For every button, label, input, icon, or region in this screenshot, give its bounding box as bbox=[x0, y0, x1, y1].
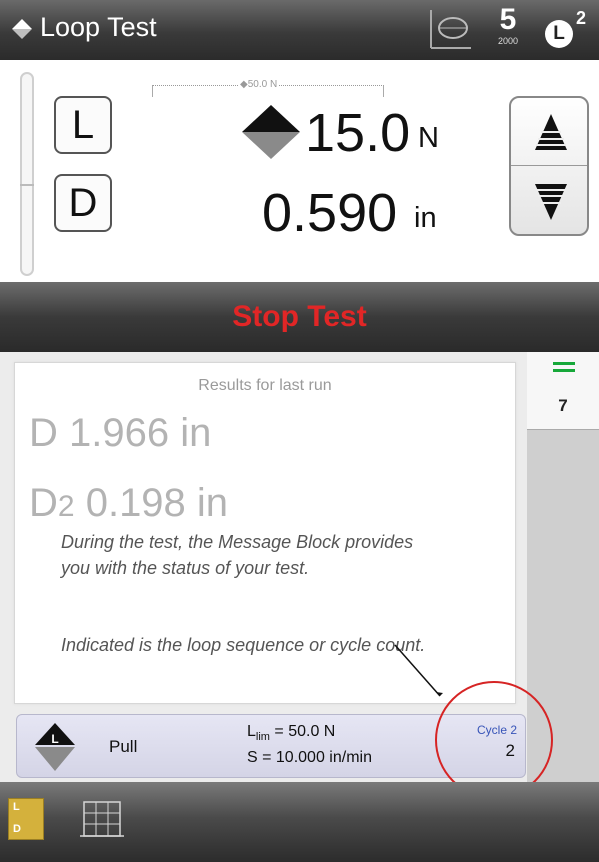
speed-indicator[interactable]: 5 2000 bbox=[490, 3, 526, 47]
annotation-line-1: During the test, the Message Block provi… bbox=[61, 532, 414, 552]
jog-control bbox=[509, 96, 589, 236]
jog-up-icon bbox=[535, 114, 567, 150]
stop-test-button[interactable]: Stop Test bbox=[0, 282, 599, 352]
result-d2-label: D bbox=[29, 481, 58, 525]
result-d2-sub: 2 bbox=[57, 490, 75, 523]
load-limit-value: = 50.0 N bbox=[269, 723, 336, 740]
load-select-button[interactable]: L bbox=[54, 96, 112, 154]
cycle-label: Cycle 2 bbox=[476, 723, 517, 737]
side-panel: 7 bbox=[527, 352, 599, 782]
load-range-value: 50.0 N bbox=[247, 79, 278, 90]
menu-diamond-icon[interactable] bbox=[10, 17, 34, 41]
side-tab[interactable]: 7 bbox=[527, 352, 599, 430]
load-direction-icon bbox=[242, 105, 300, 159]
equals-icon bbox=[553, 362, 575, 372]
position-slider[interactable] bbox=[20, 72, 34, 276]
load-range-label: ◆50.0 N bbox=[238, 79, 280, 90]
jog-down-icon bbox=[535, 184, 567, 220]
displacement-value: 0.590 bbox=[262, 183, 398, 243]
load-limit-prefix: L bbox=[247, 723, 256, 740]
result-d-label: D bbox=[29, 411, 58, 455]
results-title: Results for last run bbox=[198, 377, 332, 394]
result-d-value: 1.966 in bbox=[69, 411, 212, 455]
pull-direction-icon: L bbox=[35, 723, 75, 771]
results-block: Results for last run D 1.966 in D2 0.198… bbox=[14, 362, 516, 704]
stop-test-label: Stop Test bbox=[232, 300, 367, 333]
graph-icon[interactable] bbox=[425, 6, 473, 54]
ld-display-button[interactable]: L D bbox=[8, 798, 44, 840]
message-block: L Pull Llim = 50.0 N S = 10.000 in/min C… bbox=[16, 714, 526, 778]
load-limit-sub: lim bbox=[255, 731, 270, 744]
result-d: D 1.966 in bbox=[29, 411, 211, 456]
cycle-count: 2 bbox=[505, 741, 515, 760]
displacement-select-button[interactable]: D bbox=[54, 174, 112, 232]
message-area: Results for last run D 1.966 in D2 0.198… bbox=[0, 352, 599, 782]
annotation-text: During the test, the Message Block provi… bbox=[61, 529, 521, 581]
slider-tick bbox=[20, 184, 34, 186]
page-title: Loop Test bbox=[40, 12, 157, 42]
load-limit: Llim = 50.0 N bbox=[247, 723, 335, 743]
load-value: 15.0 bbox=[305, 103, 411, 163]
load-unit: N bbox=[418, 122, 439, 154]
title-bar: Loop Test 5 2000 L 2 bbox=[0, 0, 599, 60]
displacement-unit: in bbox=[414, 202, 437, 234]
bottom-toolbar: L D bbox=[0, 782, 599, 862]
result-d2-value: 0.198 in bbox=[85, 481, 229, 525]
readout-panel: L D ◆50.0 N 15.0 N 0.590 in bbox=[0, 60, 599, 282]
annotation-line-2: you with the status of your test. bbox=[61, 558, 310, 578]
annotation-line-3: Indicated is the loop sequence or cycle … bbox=[61, 635, 426, 655]
speed-sub-label: 2000 bbox=[497, 36, 519, 46]
ld-bottom-label: D bbox=[13, 823, 21, 835]
jog-down-button[interactable] bbox=[511, 166, 587, 234]
load-cell-icon[interactable]: L bbox=[545, 20, 573, 48]
test-speed: S = 10.000 in/min bbox=[247, 749, 372, 766]
direction-label: Pull bbox=[109, 737, 138, 756]
ld-top-label: L bbox=[13, 801, 20, 813]
side-count: 7 bbox=[558, 396, 568, 415]
grid-view-icon[interactable] bbox=[78, 798, 126, 842]
result-d2: D2 0.198 in bbox=[29, 481, 228, 526]
svg-text:L: L bbox=[51, 732, 58, 746]
jog-up-button[interactable] bbox=[511, 98, 587, 166]
load-cell-superscript: 2 bbox=[576, 8, 587, 28]
speed-value: 5 bbox=[499, 3, 517, 36]
